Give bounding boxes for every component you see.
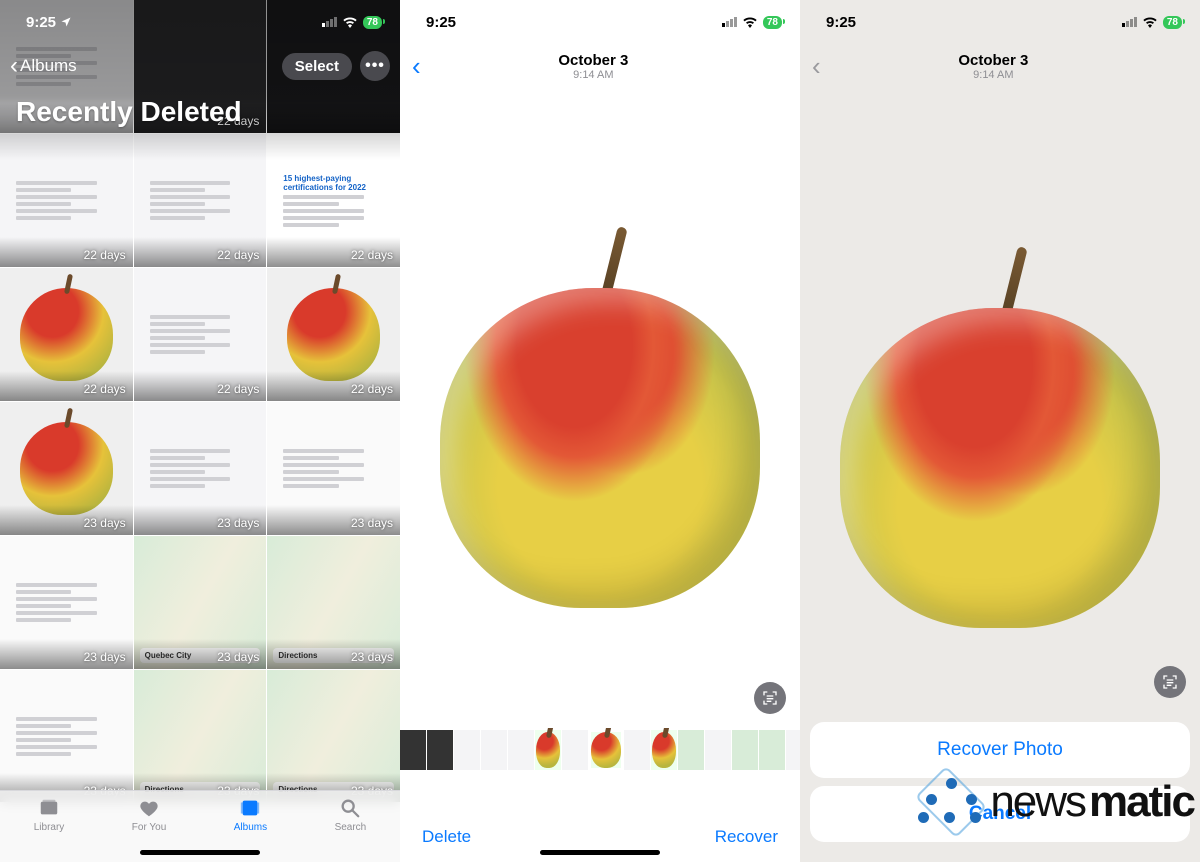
photo-thumbnail[interactable]: 23 days xyxy=(134,402,267,535)
days-remaining: 23 days xyxy=(84,650,126,664)
photo-thumbnail[interactable]: 23 days xyxy=(0,536,133,669)
photo-header: ‹ October 3 9:14 AM xyxy=(800,44,1200,88)
battery-icon: 78 xyxy=(363,16,382,29)
strip-thumbnail[interactable] xyxy=(651,730,677,770)
photo-thumbnail[interactable]: 23 days xyxy=(267,402,400,535)
strip-thumbnail[interactable] xyxy=(400,730,426,770)
days-remaining: 23 days xyxy=(217,650,259,664)
photo-thumbnail[interactable]: 22 days xyxy=(0,268,133,401)
status-time: 9:25 xyxy=(826,14,856,31)
status-bar: 9:25 78 xyxy=(0,0,400,44)
tab-for-you[interactable]: For You xyxy=(132,797,166,833)
days-remaining: 22 days xyxy=(217,248,259,262)
thumbnail-strip[interactable] xyxy=(400,728,800,772)
status-time: 9:25 xyxy=(426,14,456,31)
screen-recover-sheet: 9:25 78 ‹ October 3 9:14 AM xyxy=(800,0,1200,862)
recover-photo-button[interactable]: Recover Photo xyxy=(810,722,1190,778)
tab-search[interactable]: Search xyxy=(335,797,367,833)
nav-bar: ‹ Albums Select ••• xyxy=(0,44,400,88)
select-button[interactable]: Select xyxy=(282,53,352,80)
strip-thumbnail[interactable] xyxy=(589,730,623,770)
days-remaining: 23 days xyxy=(351,516,393,530)
back-button[interactable]: ‹ xyxy=(812,51,821,82)
strip-thumbnail[interactable] xyxy=(786,730,800,770)
days-remaining: 22 days xyxy=(351,248,393,262)
signal-icon xyxy=(322,17,337,27)
apple-photo xyxy=(430,208,770,628)
page-title: Recently Deleted xyxy=(16,96,242,128)
tab-label: Library xyxy=(34,822,65,833)
tab-library[interactable]: Library xyxy=(34,797,65,833)
location-icon xyxy=(60,16,72,28)
photo-thumbnail[interactable]: 23 days xyxy=(0,670,133,802)
status-bar: 9:25 78 xyxy=(800,0,1200,44)
days-remaining: 22 days xyxy=(84,382,126,396)
strip-thumbnail[interactable] xyxy=(678,730,704,770)
tab-label: Albums xyxy=(234,822,267,833)
screen-recently-deleted: 9:25 78 ‹ Albums Select ••• Recently Del… xyxy=(0,0,400,862)
strip-thumbnail[interactable] xyxy=(705,730,731,770)
photo-timestamp: 9:14 AM xyxy=(958,69,1028,81)
delete-button[interactable]: Delete xyxy=(422,827,471,847)
watermark-logo: newsmatic xyxy=(916,772,1194,832)
days-remaining: 23 days xyxy=(217,516,259,530)
photo-date: October 3 xyxy=(958,52,1028,69)
photo-thumbnail[interactable]: 22 days xyxy=(134,268,267,401)
strip-thumbnail[interactable] xyxy=(759,730,785,770)
wifi-icon xyxy=(342,16,358,28)
signal-icon xyxy=(1122,17,1137,27)
tab-albums[interactable]: Albums xyxy=(234,797,267,833)
days-remaining: 22 days xyxy=(84,248,126,262)
photo-thumbnail[interactable]: Directions23 days xyxy=(267,536,400,669)
home-indicator[interactable] xyxy=(140,850,260,855)
battery-icon: 78 xyxy=(763,16,782,29)
strip-thumbnail[interactable] xyxy=(481,730,507,770)
battery-icon: 78 xyxy=(1163,16,1182,29)
photo-thumbnail[interactable]: Directions23 days xyxy=(267,670,400,802)
ellipsis-icon: ••• xyxy=(365,57,385,75)
back-label: Albums xyxy=(20,56,77,76)
days-remaining: 22 days xyxy=(217,382,259,396)
status-time: 9:25 xyxy=(26,14,56,31)
wifi-icon xyxy=(742,16,758,28)
apple-photo xyxy=(830,228,1170,648)
strip-thumbnail[interactable] xyxy=(508,730,534,770)
days-remaining: 23 days xyxy=(84,516,126,530)
live-text-button[interactable] xyxy=(1154,666,1186,698)
strip-thumbnail[interactable] xyxy=(535,730,561,770)
strip-thumbnail[interactable] xyxy=(454,730,480,770)
photo-thumbnail[interactable]: Directions23 days xyxy=(134,670,267,802)
photo-thumbnail[interactable]: 23 days xyxy=(0,402,133,535)
home-indicator[interactable] xyxy=(540,850,660,855)
tab-label: Search xyxy=(335,822,367,833)
strip-thumbnail[interactable] xyxy=(562,730,588,770)
days-remaining: 22 days xyxy=(351,382,393,396)
signal-icon xyxy=(722,17,737,27)
more-button[interactable]: ••• xyxy=(360,51,390,81)
photo-thumbnail[interactable]: Quebec City23 days xyxy=(134,536,267,669)
wifi-icon xyxy=(1142,16,1158,28)
photo-date: October 3 xyxy=(558,52,628,69)
screen-photo-viewer: 9:25 78 ‹ October 3 9:14 AM xyxy=(400,0,800,862)
photo-canvas[interactable] xyxy=(400,88,800,728)
back-button[interactable]: ‹ xyxy=(412,51,421,82)
days-remaining: 23 days xyxy=(351,650,393,664)
strip-thumbnail[interactable] xyxy=(732,730,758,770)
photo-timestamp: 9:14 AM xyxy=(558,69,628,81)
recover-button[interactable]: Recover xyxy=(715,827,778,847)
strip-thumbnail[interactable] xyxy=(427,730,453,770)
photo-header: ‹ October 3 9:14 AM xyxy=(400,44,800,88)
photo-thumbnail[interactable]: 22 days xyxy=(267,268,400,401)
strip-thumbnail[interactable] xyxy=(624,730,650,770)
tab-label: For You xyxy=(132,822,166,833)
photo-canvas xyxy=(800,88,1200,768)
live-text-button[interactable] xyxy=(754,682,786,714)
status-bar: 9:25 78 xyxy=(400,0,800,44)
back-button[interactable]: ‹ Albums xyxy=(10,52,77,80)
chevron-left-icon: ‹ xyxy=(10,52,18,80)
